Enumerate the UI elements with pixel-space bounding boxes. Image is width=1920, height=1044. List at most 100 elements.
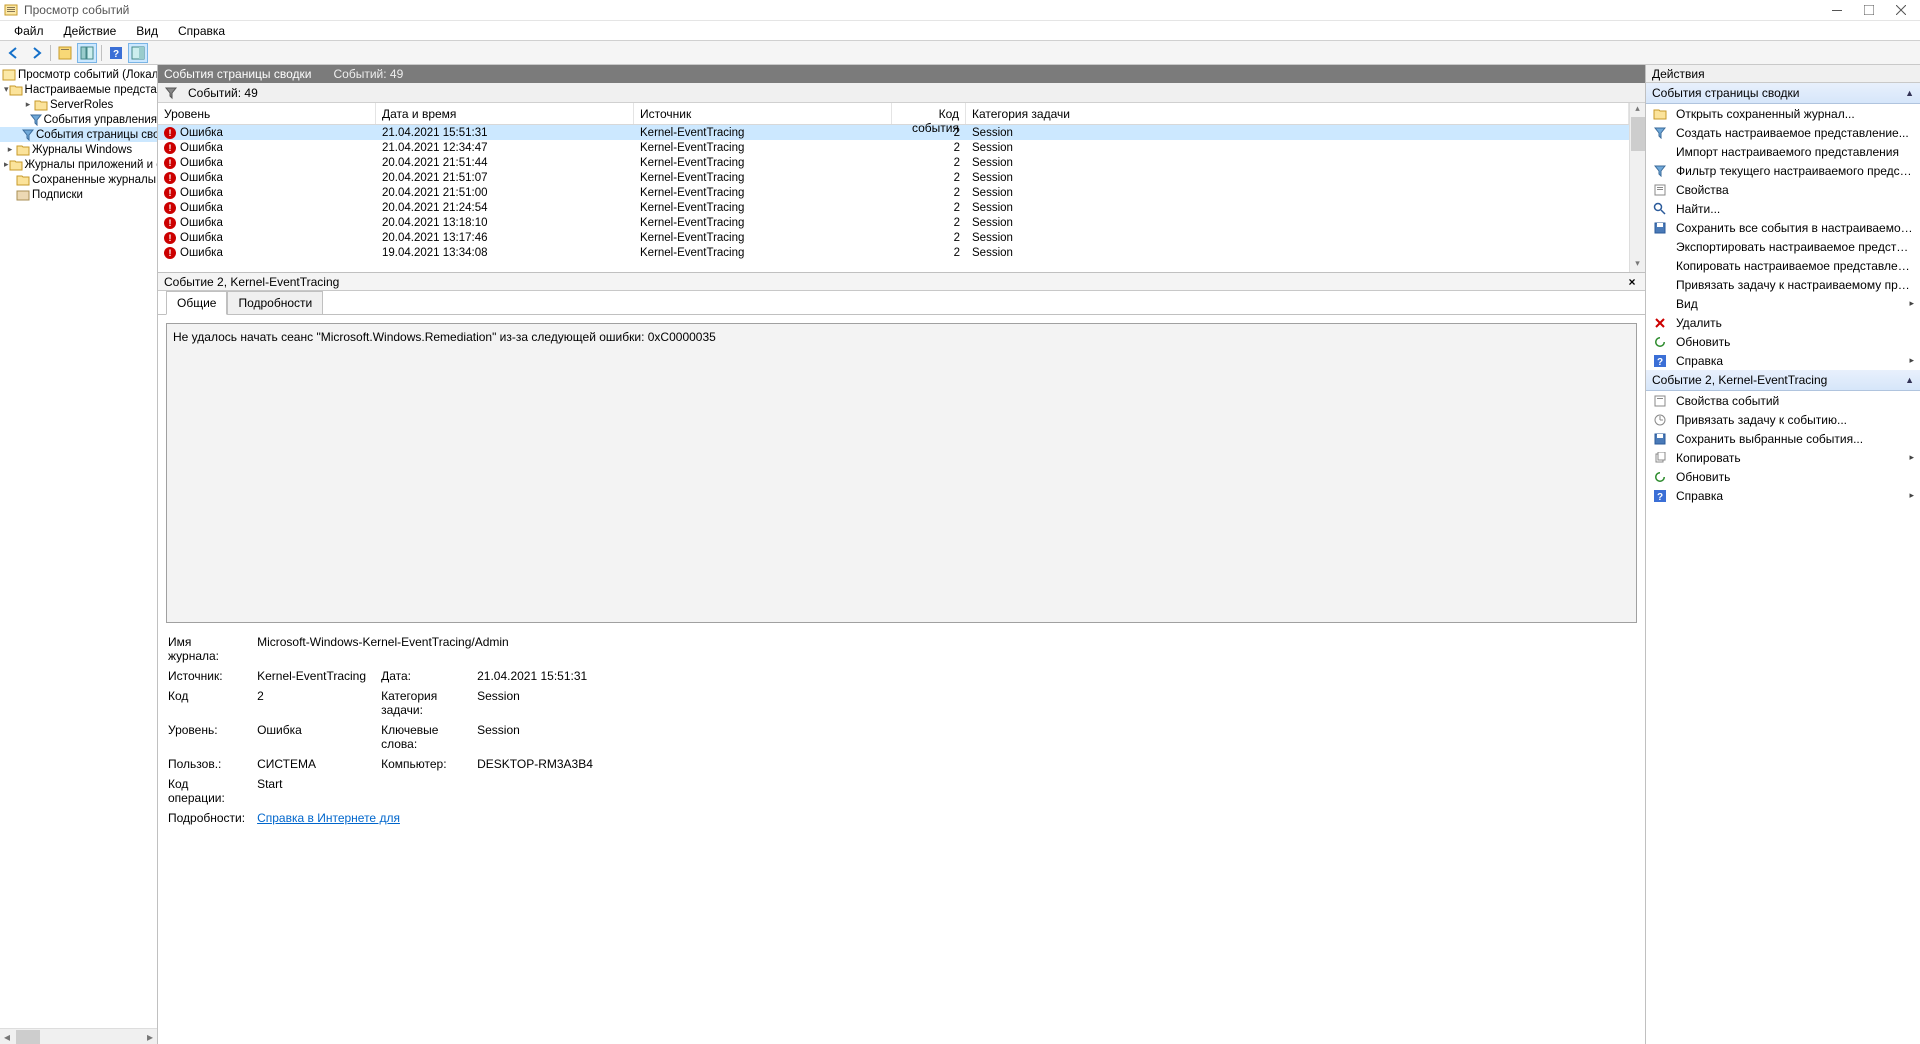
tree-admin-events[interactable]: События управления [0, 112, 157, 127]
menu-file[interactable]: Файл [6, 22, 52, 40]
scroll-thumb[interactable] [16, 1030, 40, 1044]
cell-source: Kernel-EventTracing [634, 187, 892, 199]
help-icon: ? [1652, 488, 1668, 504]
action-help[interactable]: ? Справка ▸ [1646, 351, 1920, 370]
action-delete[interactable]: Удалить [1646, 313, 1920, 332]
cell-level: Ошибка [180, 247, 223, 259]
help-button[interactable]: ? [106, 43, 126, 63]
cell-level: Ошибка [180, 142, 223, 154]
back-button[interactable] [4, 43, 24, 63]
submenu-icon: ▸ [1909, 452, 1914, 463]
action-attach-event-task[interactable]: Привязать задачу к событию... [1646, 410, 1920, 429]
table-row[interactable]: !Ошибка19.04.2021 13:34:08Kernel-EventTr… [158, 245, 1629, 260]
tab-details[interactable]: Подробности [227, 291, 323, 315]
cell-source: Kernel-EventTracing [634, 247, 892, 259]
action-view[interactable]: Вид ▸ [1646, 294, 1920, 313]
action-copy[interactable]: Копировать ▸ [1646, 448, 1920, 467]
tree-applogs[interactable]: ▸ Журналы приложений и сл [0, 157, 157, 172]
col-task[interactable]: Категория задачи [966, 103, 1629, 124]
prop-taskcat-label: Категория задачи: [381, 687, 475, 719]
cell-source: Kernel-EventTracing [634, 172, 892, 184]
col-code[interactable]: Код события [892, 103, 966, 124]
tree-hscrollbar[interactable]: ◂ ▸ [0, 1028, 157, 1044]
scroll-thumb[interactable] [1631, 117, 1645, 151]
scroll-down-icon[interactable]: ▾ [1630, 258, 1645, 272]
submenu-icon: ▸ [1909, 490, 1914, 501]
maximize-button[interactable] [1862, 3, 1876, 17]
action-create-custom[interactable]: Создать настраиваемое представление... [1646, 123, 1920, 142]
tree-serverroles[interactable]: ▸ ServerRoles [0, 97, 157, 112]
action-refresh[interactable]: Обновить [1646, 332, 1920, 351]
table-row[interactable]: !Ошибка21.04.2021 15:51:31Kernel-EventTr… [158, 125, 1629, 140]
tree-winlogs[interactable]: ▸ Журналы Windows [0, 142, 157, 157]
col-source[interactable]: Источник [634, 103, 892, 124]
preview-pane-button[interactable] [77, 43, 97, 63]
filter-icon[interactable] [164, 86, 178, 100]
table-row[interactable]: !Ошибка21.04.2021 12:34:47Kernel-EventTr… [158, 140, 1629, 155]
table-row[interactable]: !Ошибка20.04.2021 21:51:00Kernel-EventTr… [158, 185, 1629, 200]
close-detail-button[interactable]: × [1625, 275, 1639, 289]
menu-help[interactable]: Справка [170, 22, 233, 40]
cell-code: 2 [892, 247, 966, 259]
scroll-right-icon[interactable]: ▸ [143, 1030, 157, 1044]
prop-info-label: Подробности: [168, 809, 255, 827]
tab-general[interactable]: Общие [166, 291, 227, 315]
table-row[interactable]: !Ошибка20.04.2021 21:24:54Kernel-EventTr… [158, 200, 1629, 215]
forward-button[interactable] [26, 43, 46, 63]
tree-root[interactable]: Просмотр событий (Локальны [0, 67, 157, 82]
action-properties[interactable]: Свойства [1646, 180, 1920, 199]
collapse-icon[interactable]: ▲ [1905, 375, 1914, 385]
table-row[interactable]: !Ошибка20.04.2021 21:51:07Kernel-EventTr… [158, 170, 1629, 185]
prop-date-label: Дата: [381, 667, 475, 685]
action-open-saved[interactable]: Открыть сохраненный журнал... [1646, 104, 1920, 123]
minimize-button[interactable] [1830, 3, 1844, 17]
spacer [4, 189, 16, 201]
table-row[interactable]: !Ошибка20.04.2021 13:17:46Kernel-EventTr… [158, 230, 1629, 245]
collapse-icon[interactable]: ▲ [1905, 88, 1914, 98]
action-save-selected[interactable]: Сохранить выбранные события... [1646, 429, 1920, 448]
expand-icon[interactable]: ▸ [22, 99, 34, 111]
grid-vscrollbar[interactable]: ▴ ▾ [1629, 103, 1645, 272]
table-row[interactable]: !Ошибка20.04.2021 21:51:44Kernel-EventTr… [158, 155, 1629, 170]
action-find[interactable]: Найти... [1646, 199, 1920, 218]
detail-header: Событие 2, Kernel-EventTracing × [158, 273, 1645, 291]
menu-action[interactable]: Действие [56, 22, 125, 40]
tree-subs[interactable]: Подписки [0, 187, 157, 202]
cell-datetime: 20.04.2021 21:51:07 [376, 172, 634, 184]
action-export-custom[interactable]: Экспортировать настраиваемое представлен… [1646, 237, 1920, 256]
sidebar-left: Просмотр событий (Локальны ▾ Настраиваем… [0, 65, 158, 1044]
scroll-left-icon[interactable]: ◂ [0, 1030, 14, 1044]
action-save-all[interactable]: Сохранить все события в настраиваемом пр… [1646, 218, 1920, 237]
error-icon: ! [164, 202, 176, 214]
close-button[interactable] [1894, 3, 1908, 17]
cell-source: Kernel-EventTracing [634, 157, 892, 169]
scroll-up-icon[interactable]: ▴ [1630, 103, 1645, 117]
show-tree-button[interactable] [55, 43, 75, 63]
spacer-icon [1652, 296, 1668, 312]
action-attach-task[interactable]: Привязать задачу к настраиваемому предст… [1646, 275, 1920, 294]
help-link[interactable]: Справка в Интернете для [257, 811, 400, 825]
action-event-props[interactable]: Свойства событий [1646, 391, 1920, 410]
tree-summary-events[interactable]: События страницы сво [0, 127, 157, 142]
actions-pane-button[interactable] [128, 43, 148, 63]
action-label: Вид [1676, 297, 1901, 311]
tree-savedlogs[interactable]: Сохраненные журналы [0, 172, 157, 187]
action-import-custom[interactable]: Импорт настраиваемого представления [1646, 142, 1920, 161]
cell-datetime: 19.04.2021 13:34:08 [376, 247, 634, 259]
cell-datetime: 20.04.2021 21:51:00 [376, 187, 634, 199]
prop-level-value: Ошибка [257, 721, 379, 753]
tree-label: Журналы Windows [32, 144, 132, 156]
table-row[interactable]: !Ошибка20.04.2021 13:18:10Kernel-EventTr… [158, 215, 1629, 230]
col-datetime[interactable]: Дата и время [376, 103, 634, 124]
menu-view[interactable]: Вид [128, 22, 166, 40]
action-refresh2[interactable]: Обновить [1646, 467, 1920, 486]
cell-level: Ошибка [180, 187, 223, 199]
expand-icon[interactable]: ▸ [4, 144, 16, 156]
action-filter-current[interactable]: Фильтр текущего настраиваемого представл… [1646, 161, 1920, 180]
tree-custom-views[interactable]: ▾ Настраиваемые представле [0, 82, 157, 97]
col-level[interactable]: Уровень [158, 103, 376, 124]
action-copy-custom[interactable]: Копировать настраиваемое представление..… [1646, 256, 1920, 275]
action-help2[interactable]: ? Справка ▸ [1646, 486, 1920, 505]
action-label: Экспортировать настраиваемое представлен… [1676, 240, 1914, 254]
properties-icon [1652, 393, 1668, 409]
